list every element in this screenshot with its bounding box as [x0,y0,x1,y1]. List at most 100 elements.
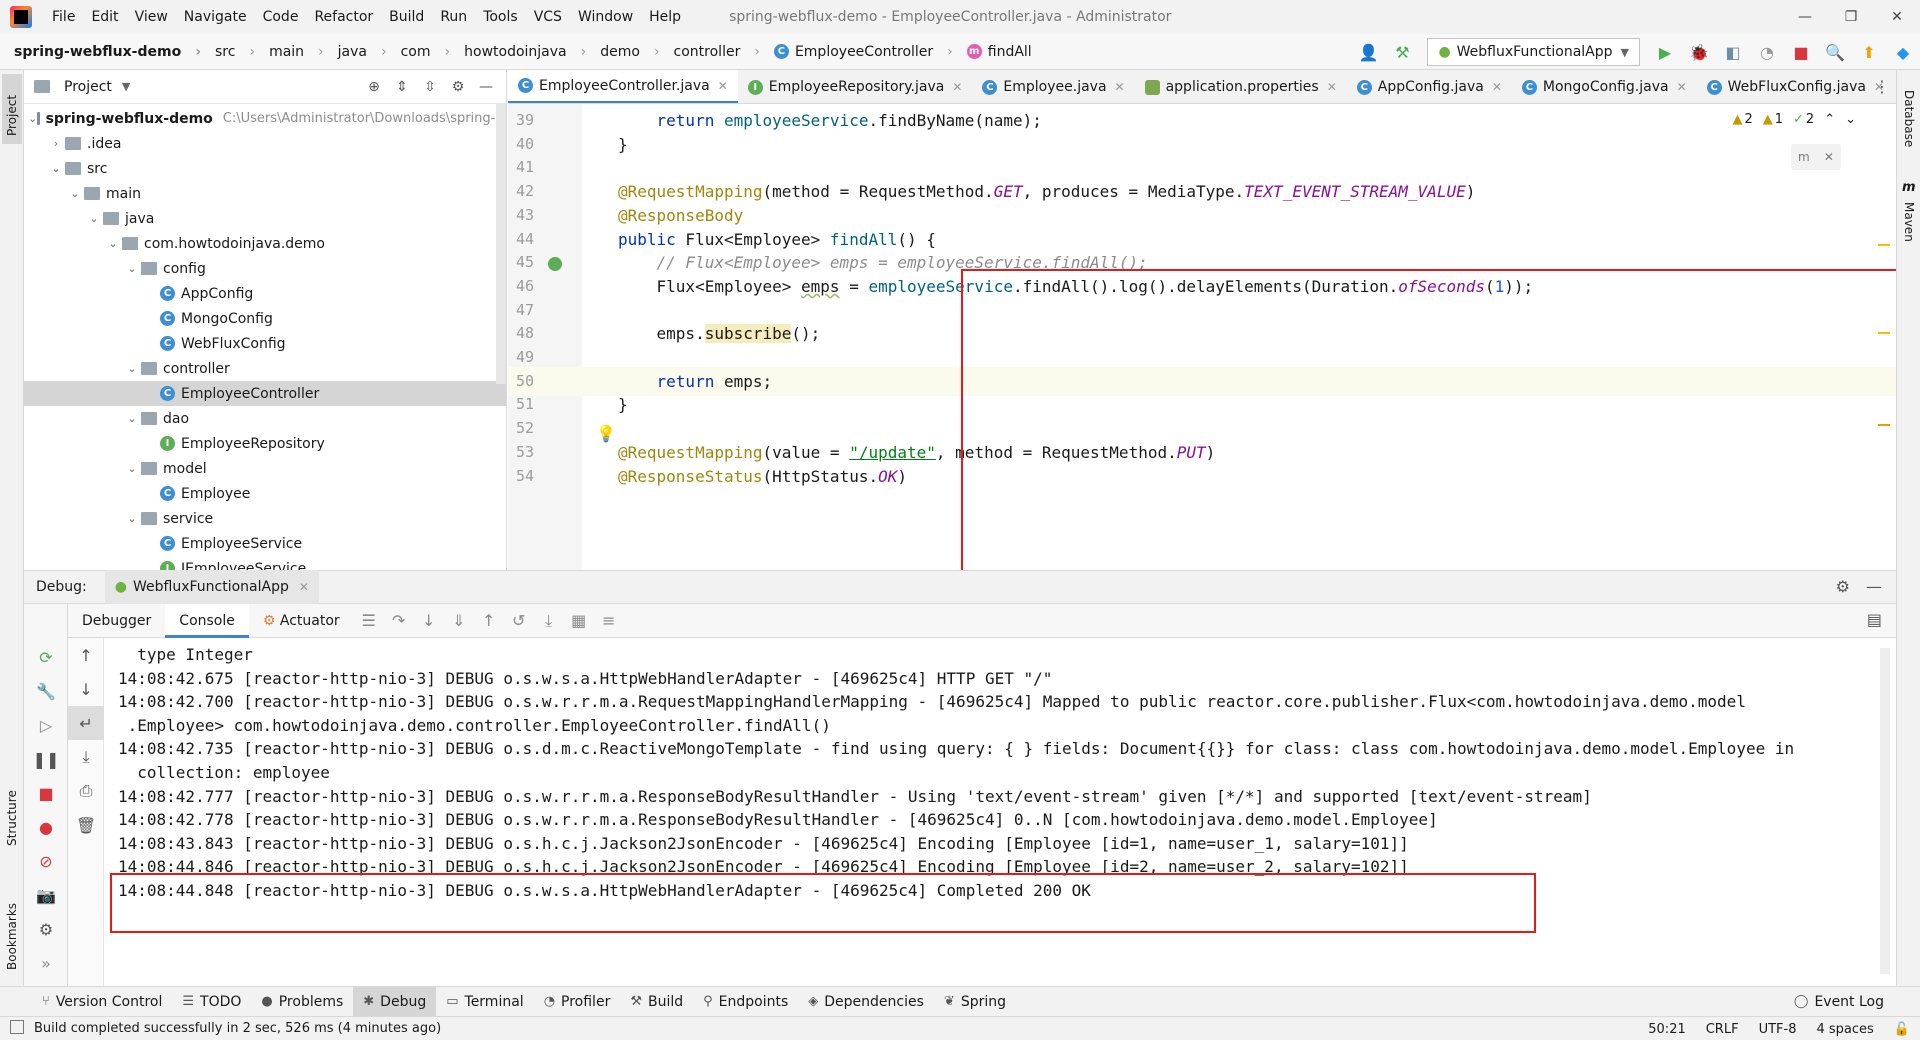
threads-icon[interactable]: ☰ [354,607,384,635]
scrollbar[interactable] [1880,648,1890,974]
modify-config-icon[interactable]: 🔧 [24,674,68,708]
menu-file[interactable]: File [44,0,83,34]
chevron-down-icon[interactable]: ⌄ [123,362,141,375]
select-opened-file-icon[interactable]: ⊕ [360,76,388,98]
bookmarks-stripe-button[interactable]: Bookmarks [2,880,22,980]
tool-button-build[interactable]: ⚒ Build [620,987,693,1017]
chevron-down-icon[interactable]: ⌄ [1845,112,1856,127]
chevron-down-icon[interactable]: ⌄ [123,512,141,525]
view-breakpoints-icon[interactable]: ● [24,810,68,844]
editor-tab[interactable]: I EmployeeRepository.java ✕ [738,70,973,103]
collapse-all-icon[interactable]: ⇳ [416,76,444,98]
status-message[interactable]: Build completed successfully in 2 sec, 5… [0,1021,441,1036]
more-tabs-icon[interactable]: ⋮ [1874,70,1890,103]
chevron-down-icon[interactable]: ▼ [122,80,130,93]
editor-tab[interactable]: application.properties ✕ [1135,70,1347,103]
hide-icon[interactable]: — [472,76,500,98]
tree-item[interactable]: C Employee [24,481,506,506]
menu-refactor[interactable]: Refactor [306,0,381,34]
stop-icon[interactable]: ■ [1786,37,1816,67]
pause-icon[interactable]: ❚❚ [24,742,68,776]
soft-wrap-icon[interactable]: ↵ [68,706,104,740]
tree-item[interactable]: ⌄ service [24,506,506,531]
menu-help[interactable]: Help [641,0,689,34]
tool-button-version-control[interactable]: ⑂ Version Control [32,987,172,1017]
force-step-into-icon[interactable]: ⇓ [444,607,474,635]
tree-item[interactable]: C MongoConfig [24,306,506,331]
tool-button-debug[interactable]: ✱ Debug [353,986,437,1017]
breadcrumb-item[interactable]: java › [324,44,387,60]
evaluate-icon[interactable]: ▦ [564,607,594,635]
close-icon[interactable]: ✕ [1327,80,1337,94]
gear-icon[interactable]: ⚙ [1836,577,1850,596]
debug-session-tab[interactable]: ● WebfluxFunctionalApp ✕ [104,570,319,604]
tree-item[interactable]: C WebFluxConfig [24,331,506,356]
chevron-down-icon[interactable]: ⌄ [123,262,141,275]
reader-mode-popup[interactable]: m ✕ [1791,144,1841,170]
close-icon[interactable]: ✕ [952,80,962,94]
maven-stripe-button[interactable]: m Maven [1899,180,1919,250]
indent-setting[interactable]: 4 spaces [1806,1022,1883,1037]
chevron-down-icon[interactable]: ⌄ [66,187,84,200]
tree-item[interactable]: ⌄ dao [24,406,506,431]
hide-icon[interactable]: — [1866,577,1882,596]
close-window-icon[interactable]: ✕ [1874,0,1920,34]
layout-icon[interactable]: ▤ [1867,610,1882,629]
debug-tab-console[interactable]: Console [165,603,249,638]
coverage-icon[interactable]: ◧ [1718,37,1748,67]
tool-button-spring[interactable]: ❦ Spring [934,987,1016,1017]
close-icon[interactable]: ✕ [1824,150,1834,164]
code-editor[interactable]: 39 return employeeService.findByName(nam… [508,104,1896,570]
mute-breakpoints-icon[interactable]: ⊘ [24,844,68,878]
run-icon[interactable]: ▶ [1650,37,1680,67]
close-icon[interactable]: ✕ [1677,80,1687,94]
minimize-icon[interactable]: — [1782,0,1828,34]
tree-item[interactable]: I IEmployeeService [24,556,506,570]
expand-all-icon[interactable]: ⇕ [388,76,416,98]
tree-item[interactable]: C EmployeeService [24,531,506,556]
toggle-tool-windows-icon[interactable] [10,1020,24,1034]
menu-run[interactable]: Run [432,0,475,34]
tree-item[interactable]: › .idea [24,131,506,156]
menu-build[interactable]: Build [381,0,432,34]
endpoint-gutter-icon[interactable] [548,257,562,271]
close-icon[interactable]: ✕ [299,580,309,594]
tree-item[interactable]: ⌄ controller [24,356,506,381]
trash-icon[interactable]: 🗑 [68,808,104,842]
arrow-down-icon[interactable]: ↓ [68,672,104,706]
tree-item[interactable]: C AppConfig [24,281,506,306]
run-config-selector[interactable]: ● WebfluxFunctionalApp ▼ [1427,38,1640,66]
event-log-button[interactable]: ◯ Event Log [1784,987,1894,1017]
gear-icon[interactable]: ⚙ [444,76,472,98]
user-icon[interactable]: 👤 [1353,37,1383,67]
editor-tab[interactable]: C EmployeeController.java ✕ [508,70,738,103]
breadcrumb-item[interactable]: spring-webflux-demo › [0,44,201,60]
menu-window[interactable]: Window [570,0,641,34]
menu-vcs[interactable]: VCS [526,0,570,34]
lock-icon[interactable]: 🔓 [1884,1022,1920,1037]
step-out-icon[interactable]: ↑ [474,607,504,635]
chevron-up-icon[interactable]: ⌃ [1824,112,1835,127]
breadcrumb-item[interactable]: com › [387,44,451,60]
tree-item[interactable]: C EmployeeController [24,381,506,406]
editor-tab[interactable]: C MongoConfig.java ✕ [1512,70,1697,103]
print-icon[interactable]: ⎙ [68,774,104,808]
chevron-down-icon[interactable]: ⌄ [85,212,103,225]
tool-button-endpoints[interactable]: ⚲ Endpoints [693,987,798,1017]
inspection-widget[interactable]: ▲ 2 ▲ 1 ✓ 2 ⌃ ⌄ [1722,112,1856,127]
caret-position[interactable]: 50:21 [1638,1022,1695,1037]
tree-item[interactable]: ⌄ config [24,256,506,281]
debug-tab-debugger[interactable]: Debugger [68,604,165,638]
editor-tab[interactable]: C AppConfig.java ✕ [1347,70,1512,103]
breadcrumb-item[interactable]: howtodoinjava › [450,44,586,60]
breadcrumb-item[interactable]: demo › [586,44,659,60]
chevron-down-icon[interactable]: ⌄ [123,462,141,475]
tree-item[interactable]: ⌄ spring-webflux-demo C:\Users\Administrat… [24,106,506,131]
file-encoding[interactable]: UTF-8 [1749,1022,1807,1037]
project-stripe-button[interactable]: Project [2,74,22,144]
scrollbar[interactable] [496,104,506,384]
breadcrumb-item[interactable]: controller › [660,44,760,60]
console-output[interactable]: type Integer 14:08:42.675 [reactor-http-n… [104,638,1896,986]
rerun-icon[interactable]: ⟳ [24,640,68,674]
build-hammer-icon[interactable]: ⚒ [1387,37,1417,67]
